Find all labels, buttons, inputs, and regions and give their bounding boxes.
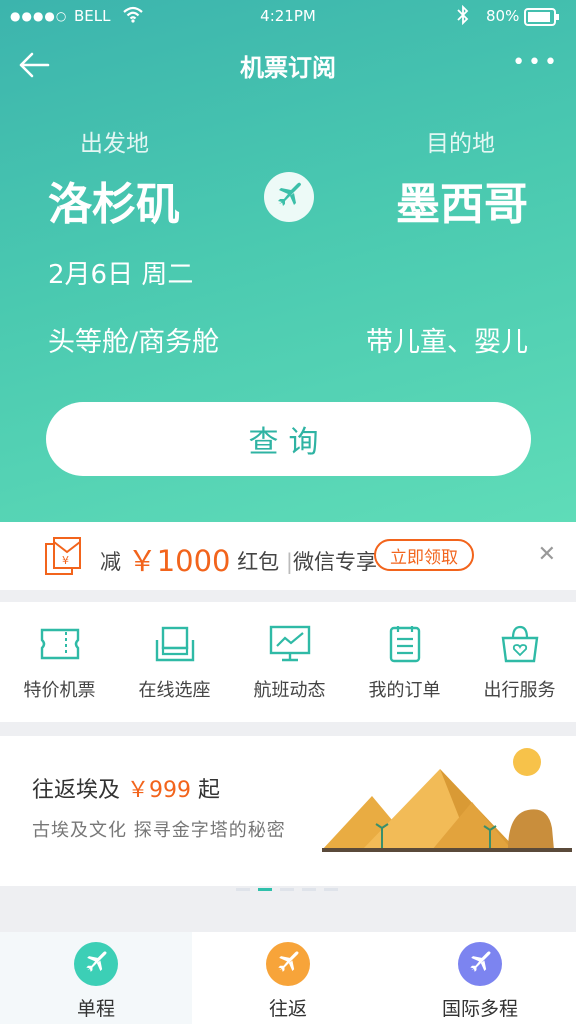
service-travel[interactable]: 出行服务 (462, 624, 576, 702)
passenger-type[interactable]: 带儿童、婴儿 (366, 320, 528, 359)
service-deal-tickets[interactable]: 特价机票 (2, 624, 117, 702)
bluetooth-icon (456, 4, 470, 29)
page-dot (236, 888, 250, 891)
airplane-icon (458, 942, 502, 986)
promo-prefix: 减 (100, 550, 121, 574)
service-label: 出行服务 (483, 680, 556, 701)
service-my-orders[interactable]: 我的订单 (347, 624, 462, 702)
claim-button[interactable]: 立即领取 (374, 539, 474, 571)
banner-price: ￥999 (127, 778, 192, 803)
ticket-icon (40, 628, 79, 660)
banner-subtitle: 古埃及文化 探寻金字塔的秘密 (32, 820, 286, 841)
monitor-chart-icon (269, 625, 310, 662)
promo-tag: 微信专享 (292, 550, 377, 574)
battery-percent: 80% (486, 7, 520, 25)
service-label: 航班动态 (253, 680, 326, 701)
cabin-class[interactable]: 头等舱/商务舱 (48, 320, 219, 359)
seat-icon (155, 626, 194, 662)
service-seat-selection[interactable]: 在线选座 (117, 624, 232, 702)
bag-heart-icon (501, 625, 538, 663)
airplane-icon (266, 942, 310, 986)
banner-destination: 往返埃及 (32, 778, 121, 803)
tab-multi-city[interactable]: 国际多程 (384, 932, 576, 1024)
tab-label: 单程 (76, 998, 115, 1020)
tab-round-trip[interactable]: 往返 (192, 932, 384, 1024)
pyramid-illustration (322, 748, 572, 852)
page-dot (302, 888, 316, 891)
clipboard-icon (389, 626, 420, 663)
promo-bar: ¥ 减 ￥1000 红包 |微信专享 立即领取 ✕ (0, 522, 576, 590)
banner-price-suffix: 起 (198, 778, 221, 803)
tab-label: 国际多程 (441, 998, 518, 1020)
bottom-tab-bar: 单程 往返 国际多程 (0, 932, 576, 1024)
status-bar: ●●●●○ BELL 4:21PM 80% (0, 0, 576, 34)
svg-text:¥: ¥ (62, 554, 69, 567)
search-panel: ●●●●○ BELL 4:21PM 80% 机票订阅 ••• 出发地 目的地 洛… (0, 0, 576, 522)
battery-icon (524, 8, 560, 30)
airplane-icon (74, 942, 118, 986)
page-title: 机票订阅 (240, 54, 336, 82)
promo-amount: ￥1000 (127, 544, 231, 578)
departure-date[interactable]: 2月6日 周二 (48, 254, 193, 291)
red-envelope-icon: ¥ (44, 536, 84, 580)
destination-label: 目的地 (426, 131, 495, 157)
origin-city[interactable]: 洛杉矶 (48, 168, 180, 232)
page-dot (324, 888, 338, 891)
origin-label: 出发地 (80, 131, 149, 157)
promo-banner[interactable]: 往返埃及 ￥999 起 古埃及文化 探寻金字塔的秘密 (0, 736, 576, 891)
service-grid: 特价机票 在线选座 航班动态 我的订单 出行服务 (0, 602, 576, 722)
carousel-indicator (236, 876, 346, 895)
search-button[interactable]: 查询 (46, 402, 531, 476)
service-label: 特价机票 (23, 680, 96, 701)
promo-divider: | (285, 550, 293, 574)
page-dot (280, 888, 294, 891)
more-options-icon[interactable]: ••• (512, 50, 560, 75)
swap-route-button[interactable] (264, 172, 314, 222)
service-flight-status[interactable]: 航班动态 (232, 624, 347, 702)
tab-label: 往返 (268, 998, 307, 1020)
promo-suffix: 红包 (237, 550, 280, 574)
service-label: 在线选座 (138, 680, 211, 701)
page-dot-active (258, 888, 272, 891)
tab-one-way[interactable]: 单程 (0, 932, 192, 1024)
service-label: 我的订单 (368, 680, 441, 701)
banner-title: 往返埃及 ￥999 起 (32, 772, 220, 804)
destination-city[interactable]: 墨西哥 (396, 168, 528, 232)
close-icon[interactable]: ✕ (538, 542, 556, 567)
airplane-icon (278, 182, 301, 206)
